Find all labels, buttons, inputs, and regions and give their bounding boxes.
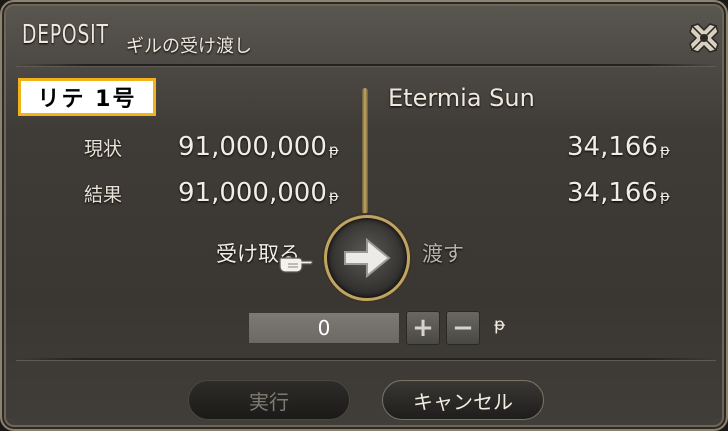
- window-subtitle: ギルの受け渡し: [126, 36, 252, 57]
- current-label: 現状: [84, 138, 123, 160]
- result-label: 結果: [84, 184, 123, 206]
- self-current-gil: 91,000,000 ᵽ: [178, 132, 339, 162]
- partner-current-gil-value: 34,166: [567, 132, 658, 162]
- partner-result-gil-value: 34,166: [567, 178, 658, 208]
- gil-icon: ᵽ: [328, 187, 339, 205]
- cancel-button[interactable]: キャンセル: [382, 380, 544, 420]
- give-option[interactable]: 渡す: [422, 238, 464, 268]
- title-bar: DEPOSIT ギルの受け渡し: [10, 10, 719, 60]
- increase-button[interactable]: +: [406, 311, 440, 345]
- self-result-gil-value: 91,000,000: [178, 178, 327, 208]
- window-title: DEPOSIT: [22, 20, 109, 50]
- transfer-direction-button[interactable]: [324, 215, 410, 301]
- execute-button[interactable]: 実行: [188, 380, 350, 420]
- self-result-gil: 91,000,000 ᵽ: [178, 178, 339, 208]
- gil-icon: ᵽ: [494, 315, 506, 335]
- decrease-button[interactable]: −: [446, 311, 480, 345]
- center-divider: [362, 88, 368, 214]
- gil-amount-input[interactable]: [248, 312, 400, 344]
- arrow-right-icon: [344, 237, 391, 279]
- gil-icon: ᵽ: [328, 141, 339, 159]
- partner-result-gil: 34,166 ᵽ: [567, 178, 670, 208]
- header-divider: [16, 64, 716, 67]
- close-icon[interactable]: [684, 18, 724, 58]
- footer-divider: [16, 358, 716, 361]
- pointer-hand-icon: [278, 248, 314, 274]
- self-name-badge: リテ 1号: [18, 78, 156, 116]
- partner-current-gil: 34,166 ᵽ: [567, 132, 670, 162]
- partner-name: Etermia Sun: [388, 84, 535, 112]
- gil-icon: ᵽ: [659, 141, 670, 159]
- gil-icon: ᵽ: [659, 187, 670, 205]
- self-current-gil-value: 91,000,000: [178, 132, 327, 162]
- deposit-window: DEPOSIT ギルの受け渡し リテ 1号 Etermia Sun 現状 結果 …: [0, 0, 728, 431]
